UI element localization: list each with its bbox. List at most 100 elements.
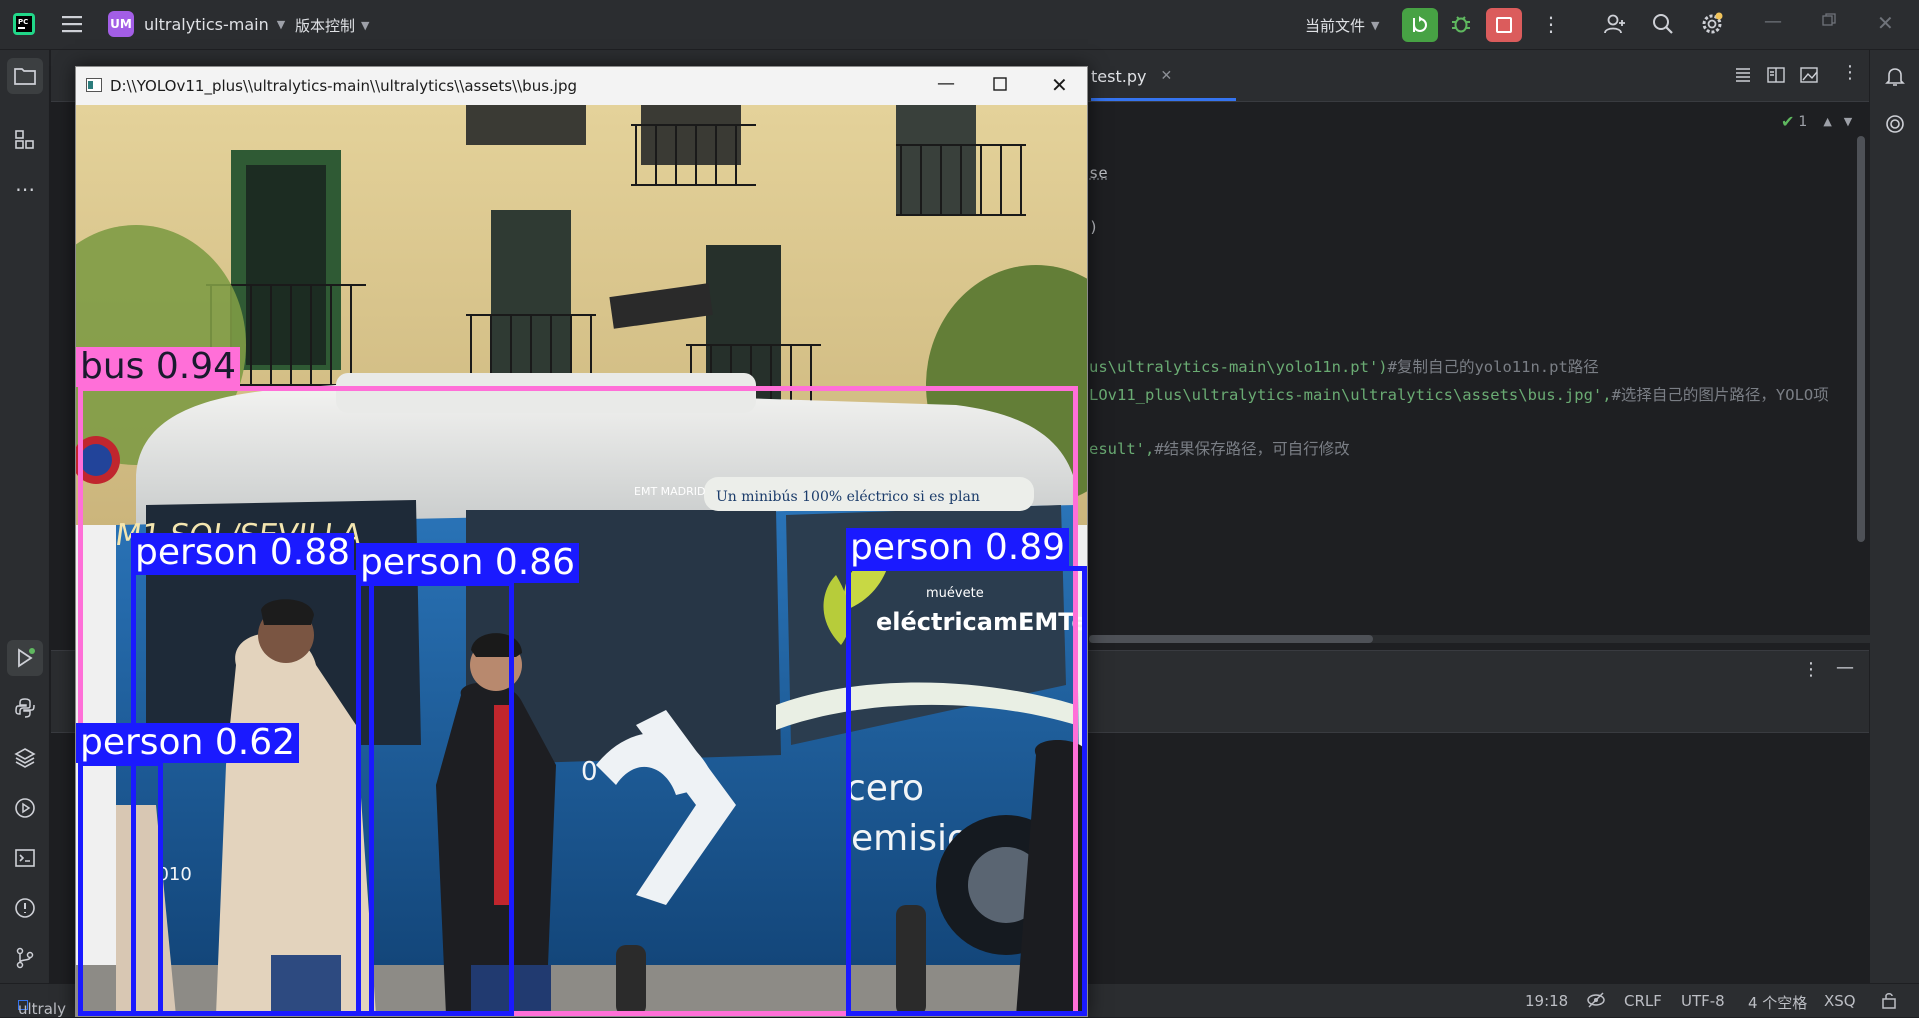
image-window-title: D:\\YOLOv11_plus\\ultralytics-main\\ultr…: [110, 77, 577, 95]
problems-tool-button[interactable]: [7, 890, 43, 926]
stop-button[interactable]: [1486, 8, 1522, 42]
code-line[interactable]: se: [1089, 164, 1108, 182]
image-maximize-button[interactable]: [993, 77, 1007, 95]
folder-icon: [14, 66, 36, 86]
run-config-selector[interactable]: 当前文件 ▼: [1305, 15, 1379, 36]
tab-label: test.py: [1091, 67, 1146, 86]
image-close-button[interactable]: ✕: [1051, 73, 1068, 97]
image-minimize-button[interactable]: —: [937, 73, 955, 94]
code-line[interactable]: us\ultralytics-main\yolo11n.pt')#复制自己的yo…: [1089, 355, 1599, 377]
svg-text:PC: PC: [18, 18, 28, 26]
ai-assistant-button[interactable]: [1877, 106, 1913, 142]
split-view-icon[interactable]: [1767, 66, 1785, 88]
warning-circle-icon: [14, 897, 36, 919]
tab-more-icon[interactable]: ⋮: [1841, 62, 1859, 83]
code-comment: #结果保存路径，可自行修改: [1154, 440, 1349, 458]
pycharm-logo-icon: PC: [12, 12, 36, 36]
right-tool-window-bar: [1869, 50, 1919, 983]
more-actions-icon[interactable]: ⋮: [1541, 12, 1561, 36]
person-detection-box: [846, 566, 1087, 1016]
person-detection-label: person 0.86: [356, 543, 579, 583]
person-detection-label: person 0.62: [76, 723, 299, 763]
status-project-label: ultraly: [18, 1000, 66, 1018]
check-icon: ✔: [1781, 112, 1794, 131]
person-detection-box: [78, 761, 163, 1016]
chevron-down-icon: ▼: [277, 18, 285, 31]
terminal-tool-button[interactable]: [7, 840, 43, 876]
chevron-down-icon: ▼: [1371, 19, 1379, 32]
python-console-button[interactable]: [7, 690, 43, 726]
search-icon[interactable]: [1652, 13, 1674, 35]
person-detection-box: [131, 570, 374, 1016]
git-tool-button[interactable]: [7, 940, 43, 976]
code-string: us\ultralytics-main\yolo11n.pt'): [1089, 358, 1388, 376]
run-icon: [14, 647, 36, 669]
chevron-down-icon: ▼: [1844, 115, 1852, 128]
code-line[interactable]: LOv11_plus\ultralytics-main\ultralytics\…: [1089, 383, 1829, 405]
bug-icon: [1450, 13, 1472, 35]
caret-position[interactable]: 19:18: [1525, 992, 1568, 1010]
code-line[interactable]: esult',#结果保存路径，可自行修改: [1089, 437, 1350, 459]
lock-icon[interactable]: [1882, 991, 1898, 1013]
terminal-icon: [14, 847, 36, 869]
bell-icon: [1884, 65, 1906, 87]
line-separator[interactable]: CRLF: [1624, 992, 1662, 1010]
git-branch-icon: [14, 947, 36, 969]
inspection-count: 1: [1798, 114, 1807, 130]
project-selector[interactable]: UM ultralytics-main ▼: [108, 11, 285, 37]
person-detection-label: person 0.88: [131, 533, 354, 573]
active-tab-indicator: [1091, 98, 1236, 101]
python-icon: [14, 697, 36, 719]
services-tool-button[interactable]: [7, 790, 43, 826]
add-user-icon[interactable]: [1603, 12, 1627, 36]
project-name: ultralytics-main: [144, 15, 269, 34]
image-viewer-titlebar[interactable]: D:\\YOLOv11_plus\\ultralytics-main\\ultr…: [76, 67, 1087, 105]
file-encoding[interactable]: UTF-8: [1681, 992, 1725, 1010]
left-tool-window-bar: ⋯: [0, 50, 50, 983]
more-tools-icon[interactable]: ⋯: [7, 171, 43, 207]
code-line[interactable]: ): [1089, 218, 1098, 236]
hide-panel-icon[interactable]: —: [1836, 657, 1854, 678]
close-tab-icon[interactable]: ✕: [1160, 68, 1172, 84]
person-detection-label: person 0.89: [846, 528, 1069, 568]
reader-mode-icon[interactable]: [1734, 66, 1752, 88]
code-string: esult',: [1089, 440, 1154, 458]
layers-icon: [14, 747, 36, 769]
debug-button[interactable]: [1450, 13, 1472, 35]
layers-tool-button[interactable]: [7, 740, 43, 776]
rerun-button[interactable]: [1402, 8, 1438, 42]
ide-titlebar: PC UM ultralytics-main ▼ 版本控制 ▼ 当前文件 ▼ ⋮…: [0, 0, 1919, 50]
image-viewer-window: D:\\YOLOv11_plus\\ultralytics-main\\ultr…: [75, 66, 1088, 1017]
person-detection-box: [356, 581, 514, 1016]
inspections-widget[interactable]: ✔ 1 ▲ ▼: [1781, 112, 1852, 131]
structure-icon: [14, 129, 36, 151]
settings-gear-icon[interactable]: [1700, 12, 1724, 36]
main-menu-icon[interactable]: [62, 14, 84, 34]
preview-image-icon[interactable]: [1800, 66, 1818, 88]
run-tool-button[interactable]: [7, 640, 43, 676]
notifications-button[interactable]: [1877, 58, 1913, 94]
indent-setting[interactable]: 4 个空格: [1748, 992, 1807, 1013]
code-string: LOv11_plus\ultralytics-main\ultralytics\…: [1089, 386, 1612, 404]
interpreter-label[interactable]: XSQ: [1824, 992, 1856, 1010]
stop-icon: [1496, 17, 1512, 33]
vcs-menu[interactable]: 版本控制 ▼: [295, 15, 369, 36]
minimize-window-button[interactable]: —: [1764, 11, 1782, 32]
close-window-button[interactable]: ✕: [1877, 11, 1894, 35]
play-circle-icon: [14, 797, 36, 819]
rerun-icon: [1410, 15, 1430, 35]
bus-detection-label: bus 0.94: [76, 347, 240, 387]
code-comment: #复制自己的yolo11n.pt路径: [1388, 358, 1599, 376]
editor-tab-test-py[interactable]: test.py ✕: [1091, 50, 1172, 102]
code-comment: #选择自己的图片路径，YOLO项: [1612, 386, 1829, 404]
chevron-down-icon: ▼: [361, 19, 369, 32]
editor-vertical-scrollbar[interactable]: [1857, 136, 1865, 542]
project-badge: UM: [108, 11, 134, 37]
ai-assistant-icon: [1884, 113, 1906, 135]
structure-tool-button[interactable]: [7, 122, 43, 158]
project-tool-button[interactable]: [7, 58, 43, 94]
inspection-eye-icon[interactable]: [1586, 991, 1606, 1013]
restore-window-button[interactable]: [1822, 13, 1836, 27]
editor-horizontal-scrollbar[interactable]: [1089, 635, 1373, 643]
panel-options-icon[interactable]: ⋮: [1802, 659, 1820, 680]
